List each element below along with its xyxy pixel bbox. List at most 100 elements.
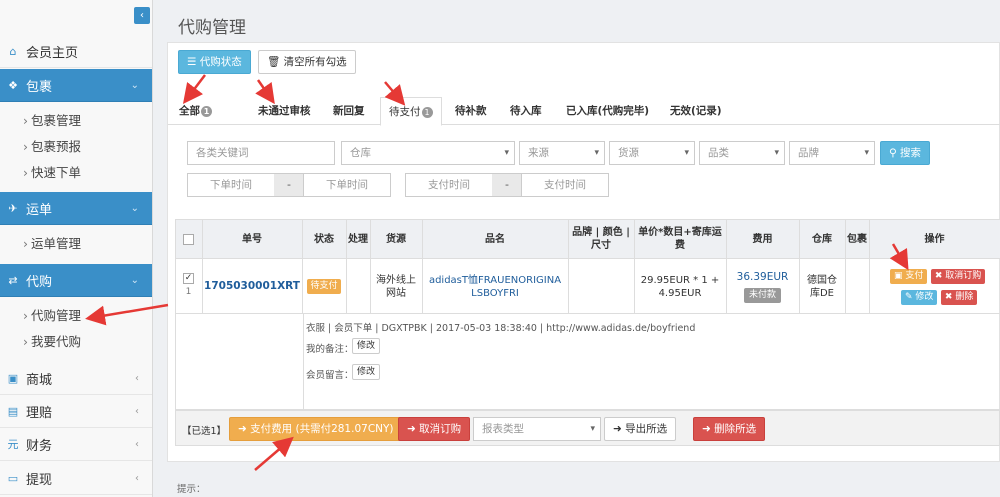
export-selected-button[interactable]: ➜ 导出所选	[604, 417, 677, 441]
edit-message-button[interactable]: 修改	[352, 364, 381, 380]
keyword-input[interactable]: 各类关键词	[187, 141, 335, 165]
status-badge: 待支付	[302, 260, 346, 313]
bulk-cancel-button[interactable]: ➜ 取消订购	[398, 417, 471, 441]
page-title: 代购管理	[178, 18, 246, 38]
edit-note-button[interactable]: 修改	[352, 338, 381, 354]
cancel-order-button[interactable]: ✖ 取消订购	[930, 269, 986, 284]
chevron-left-icon: ‹	[135, 472, 139, 484]
count-badge: 1	[201, 105, 212, 117]
sidebar-collapse-icon[interactable]: ‹	[134, 7, 150, 24]
warehouse-select[interactable]: 仓库	[341, 141, 515, 165]
col-warehouse: 仓库	[812, 233, 832, 245]
row-actions-bottom: ✎ 修改 ✖ 删除	[901, 289, 978, 305]
yuan-icon: 元	[7, 438, 19, 451]
sidebar: ‹ ⌂ 会员主页 ❖ 包裹 ⌄ › 包裹管理 › 包裹预报 › 快速下单 ✈ 运单 ⌄…	[0, 0, 153, 497]
sidebar-sub-proxy-manage[interactable]: › 代购管理	[23, 303, 81, 329]
chevron-down-icon: ⌄	[130, 274, 139, 286]
source-select[interactable]: 来源	[519, 141, 605, 165]
sidebar-sub-parcel-manage[interactable]: › 包裹管理	[23, 108, 81, 134]
chevron-down-icon: ⌄	[130, 202, 139, 214]
sidebar-item-mall[interactable]: ▣ 商城 ‹	[0, 362, 152, 395]
chevron-left-icon: ‹	[135, 405, 139, 417]
sidebar-item-finance[interactable]: 元 财务 ‹	[0, 428, 152, 461]
order-time-from-input[interactable]: 下单时间	[187, 173, 275, 197]
supply-select[interactable]: 货源	[609, 141, 695, 165]
cart-icon: ▣	[7, 371, 19, 385]
tab-stored[interactable]: 已入库(代购完毕)	[566, 97, 649, 125]
sidebar-item-label: 财务	[26, 438, 53, 454]
sidebar-sub-shipment-manage[interactable]: › 运单管理	[23, 231, 81, 257]
order-time-to-input[interactable]: 下单时间	[303, 173, 391, 197]
col-status: 状态	[314, 233, 334, 245]
exchange-icon: ⇄	[8, 273, 18, 287]
col-process: 处理	[348, 233, 368, 245]
money-icon: ▤	[7, 404, 19, 418]
report-type-select[interactable]: 报表类型	[473, 417, 601, 441]
member-message-label: 会员留言：	[306, 370, 354, 381]
warehouse-cell: 德国仓库DE	[807, 274, 837, 299]
pay-fee-button[interactable]: ➜ 支付费用 (共需付281.07CNY)	[229, 417, 403, 441]
tab-pending-storage[interactable]: 待入库	[510, 97, 542, 125]
home-icon: ⌂	[9, 44, 17, 58]
col-action: 操作	[924, 233, 945, 245]
tab-all[interactable]: 全部 1	[179, 97, 212, 125]
col-fee: 费用	[752, 233, 773, 245]
sidebar-item-home[interactable]: ⌂ 会员主页	[0, 35, 152, 68]
table-row-checkbox[interactable]: ✓ 1	[175, 266, 202, 306]
chevron-left-icon: ‹	[135, 438, 139, 450]
col-brand-color-size: 品牌 | 颜色 | 尺寸	[572, 227, 630, 251]
price-cell: 29.95EUR * 1 + 4.95EUR	[640, 274, 720, 299]
sign-in-icon: ➜	[407, 423, 420, 435]
tab-pending-supplement[interactable]: 待补款	[455, 97, 487, 125]
sidebar-item-label: 提现	[26, 472, 53, 488]
delete-button[interactable]: ✖ 删除	[940, 290, 978, 305]
sidebar-item-withdraw[interactable]: ▭ 提现 ‹	[0, 462, 152, 495]
sidebar-item-claims[interactable]: ▤ 理赔 ‹	[0, 395, 152, 428]
proxy-status-button[interactable]: ☰ 代购状态	[178, 50, 251, 74]
brand-select[interactable]: 品牌	[789, 141, 875, 165]
payment-status-badge: 未付款	[743, 287, 781, 303]
category-select[interactable]: 品类	[699, 141, 785, 165]
dropbox-icon: ❖	[8, 78, 18, 92]
plane-icon: ✈	[8, 201, 18, 215]
search-icon: ⚲	[889, 147, 901, 159]
list-icon: ☰	[187, 56, 200, 68]
sidebar-sub-parcel-forecast[interactable]: › 包裹预报	[23, 134, 81, 160]
supply-cell: 海外线上网站	[376, 274, 416, 299]
sidebar-item-shipment[interactable]: ✈ 运单 ⌄	[0, 192, 152, 225]
tab-pending-payment[interactable]: 待支付 1	[380, 97, 442, 126]
sidebar-item-proxy[interactable]: ⇄ 代购 ⌄	[0, 264, 152, 297]
sidebar-item-label: 代购	[26, 274, 53, 290]
sidebar-item-parcel[interactable]: ❖ 包裹 ⌄	[0, 69, 152, 102]
clear-selection-button[interactable]: 🗑 清空所有勾选	[258, 50, 356, 74]
order-number-link[interactable]: 1705030001XRT	[202, 260, 302, 313]
search-button[interactable]: ⚲ 搜索	[880, 141, 931, 165]
selected-count: 【已选1】	[182, 426, 227, 437]
product-name-link[interactable]: adidasT恤FRAUENORIGINALSBOYFRI	[422, 260, 568, 313]
select-all-checkbox[interactable]	[175, 219, 202, 259]
pay-time-from-input[interactable]: 支付时间	[405, 173, 493, 197]
pay-button[interactable]: ▣ 支付	[890, 269, 928, 284]
col-pack: 包裹	[847, 233, 867, 245]
sidebar-sub-proxy-request[interactable]: › 我要代购	[23, 329, 81, 355]
col-price: 单价*数目+寄库运费	[638, 227, 722, 251]
sidebar-sub-quick-order[interactable]: › 快速下单	[23, 160, 81, 186]
chevron-left-icon: ‹	[135, 372, 139, 384]
tab-invalid[interactable]: 无效(记录)	[670, 97, 722, 125]
sidebar-item-label: 包裹	[26, 79, 53, 95]
col-order-no: 单号	[242, 233, 262, 245]
sign-in-icon: ➜	[238, 423, 251, 435]
fee-cell: 36.39EUR 未付款	[726, 260, 799, 313]
edit-button[interactable]: ✎ 修改	[901, 290, 938, 305]
col-supply: 货源	[386, 233, 406, 245]
status-tabs: 全部 1 未通过审核 新回复 待支付 1 待补款 待入库 已入库(代购完毕) 无效(…	[168, 97, 1000, 126]
sidebar-item-label: 会员主页	[26, 45, 79, 61]
pay-time-to-input[interactable]: 支付时间	[521, 173, 609, 197]
tab-new-reply[interactable]: 新回复	[333, 97, 365, 125]
credit-card-icon: ▭	[7, 471, 19, 485]
col-name: 品名	[485, 233, 505, 245]
tab-rejected[interactable]: 未通过审核	[258, 97, 311, 125]
my-note-label: 我的备注：	[306, 344, 354, 355]
delete-selected-button[interactable]: ➜ 删除所选	[693, 417, 766, 441]
sidebar-item-label: 商城	[26, 372, 53, 388]
